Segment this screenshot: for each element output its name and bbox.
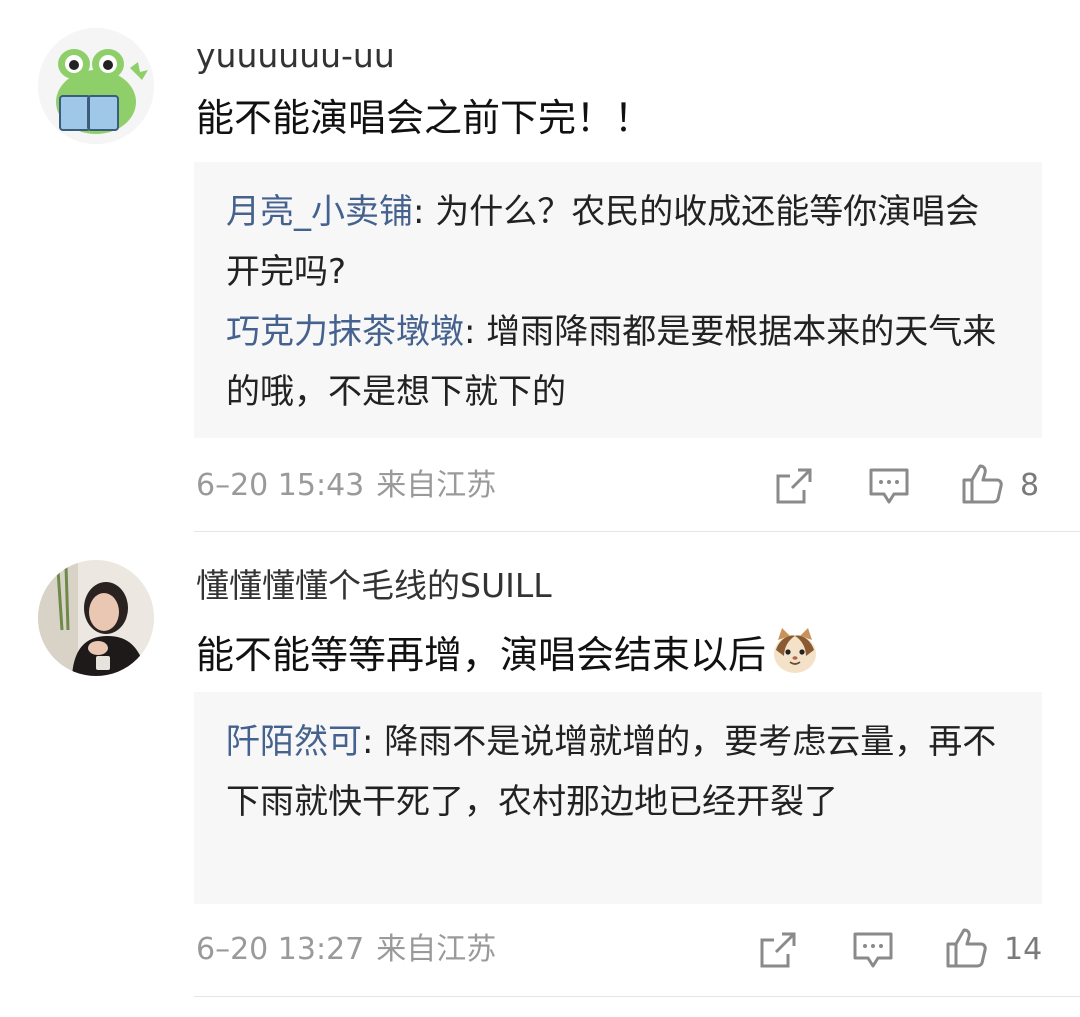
- avatar[interactable]: [38, 560, 154, 676]
- comment-text: 能不能等等再增，演唱会结束以后: [196, 626, 820, 679]
- thumbs-up-icon[interactable]: [944, 926, 988, 970]
- comment-username[interactable]: 懂懂懂懂个毛线的SUILL: [196, 566, 552, 606]
- cat-face-emoji-icon: [774, 628, 817, 673]
- avatar[interactable]: [38, 28, 154, 144]
- divider: [194, 996, 1080, 997]
- reply-item: 巧克力抹茶墩墩: 增雨降雨都是要根据本来的天气来的哦，不是想下就下的: [226, 302, 1012, 422]
- reply-separator: :: [362, 722, 385, 762]
- comment-text-content: 能不能等等再增，演唱会结束以后: [196, 633, 767, 677]
- reply-box[interactable]: 阡陌然可: 降雨不是说增就增的，要考虑云量，再不下雨就快干死了，农村那边地已经开…: [194, 692, 1042, 904]
- comment-text: 能不能演唱会之前下完！！: [196, 96, 653, 140]
- comment-date: 6–20 15:43: [196, 468, 365, 503]
- comment-date: 6–20 13:27: [196, 932, 365, 967]
- reply-username[interactable]: 巧克力抹茶墩墩: [226, 312, 464, 352]
- thumbs-up-icon[interactable]: [960, 462, 1004, 506]
- like-count: 14: [1004, 932, 1043, 967]
- share-square-icon[interactable]: [758, 930, 798, 970]
- comment-item: yuuuuuu-uu 能不能演唱会之前下完！！ 月亮_小卖铺: 为什么？农民的收…: [0, 0, 1080, 532]
- comment-meta: 6–20 15:43 来自江苏: [196, 466, 496, 506]
- comment-location: 来自江苏: [376, 932, 497, 967]
- reply-username[interactable]: 阡陌然可: [226, 722, 362, 762]
- like-count: 8: [1020, 468, 1040, 503]
- reply-box[interactable]: 月亮_小卖铺: 为什么？农民的收成还能等你演唱会开完吗? 巧克力抹茶墩墩: 增雨…: [194, 162, 1042, 438]
- comment-item: 懂懂懂懂个毛线的SUILL 能不能等等再增，演唱会结束以后 阡陌然可: 降雨不是…: [0, 532, 1080, 1017]
- share-square-icon[interactable]: [774, 466, 814, 506]
- reply-item: 阡陌然可: 降雨不是说增就增的，要考虑云量，再不下雨就快干死了，农村那边地已经开…: [226, 712, 1012, 832]
- user-photo-avatar-icon: [38, 560, 154, 676]
- reply-username[interactable]: 月亮_小卖铺: [226, 192, 413, 232]
- reply-separator: :: [413, 192, 436, 232]
- comment-bubble-icon[interactable]: [852, 930, 894, 970]
- comment-meta: 6–20 13:27 来自江苏: [196, 930, 496, 970]
- comment-bubble-icon[interactable]: [868, 466, 910, 506]
- comment-location: 来自江苏: [376, 468, 497, 503]
- comment-username[interactable]: yuuuuuu-uu: [196, 36, 395, 76]
- frog-reading-avatar-icon: [38, 28, 154, 144]
- reply-separator: :: [464, 312, 487, 352]
- reply-item: 月亮_小卖铺: 为什么？农民的收成还能等你演唱会开完吗?: [226, 182, 1012, 302]
